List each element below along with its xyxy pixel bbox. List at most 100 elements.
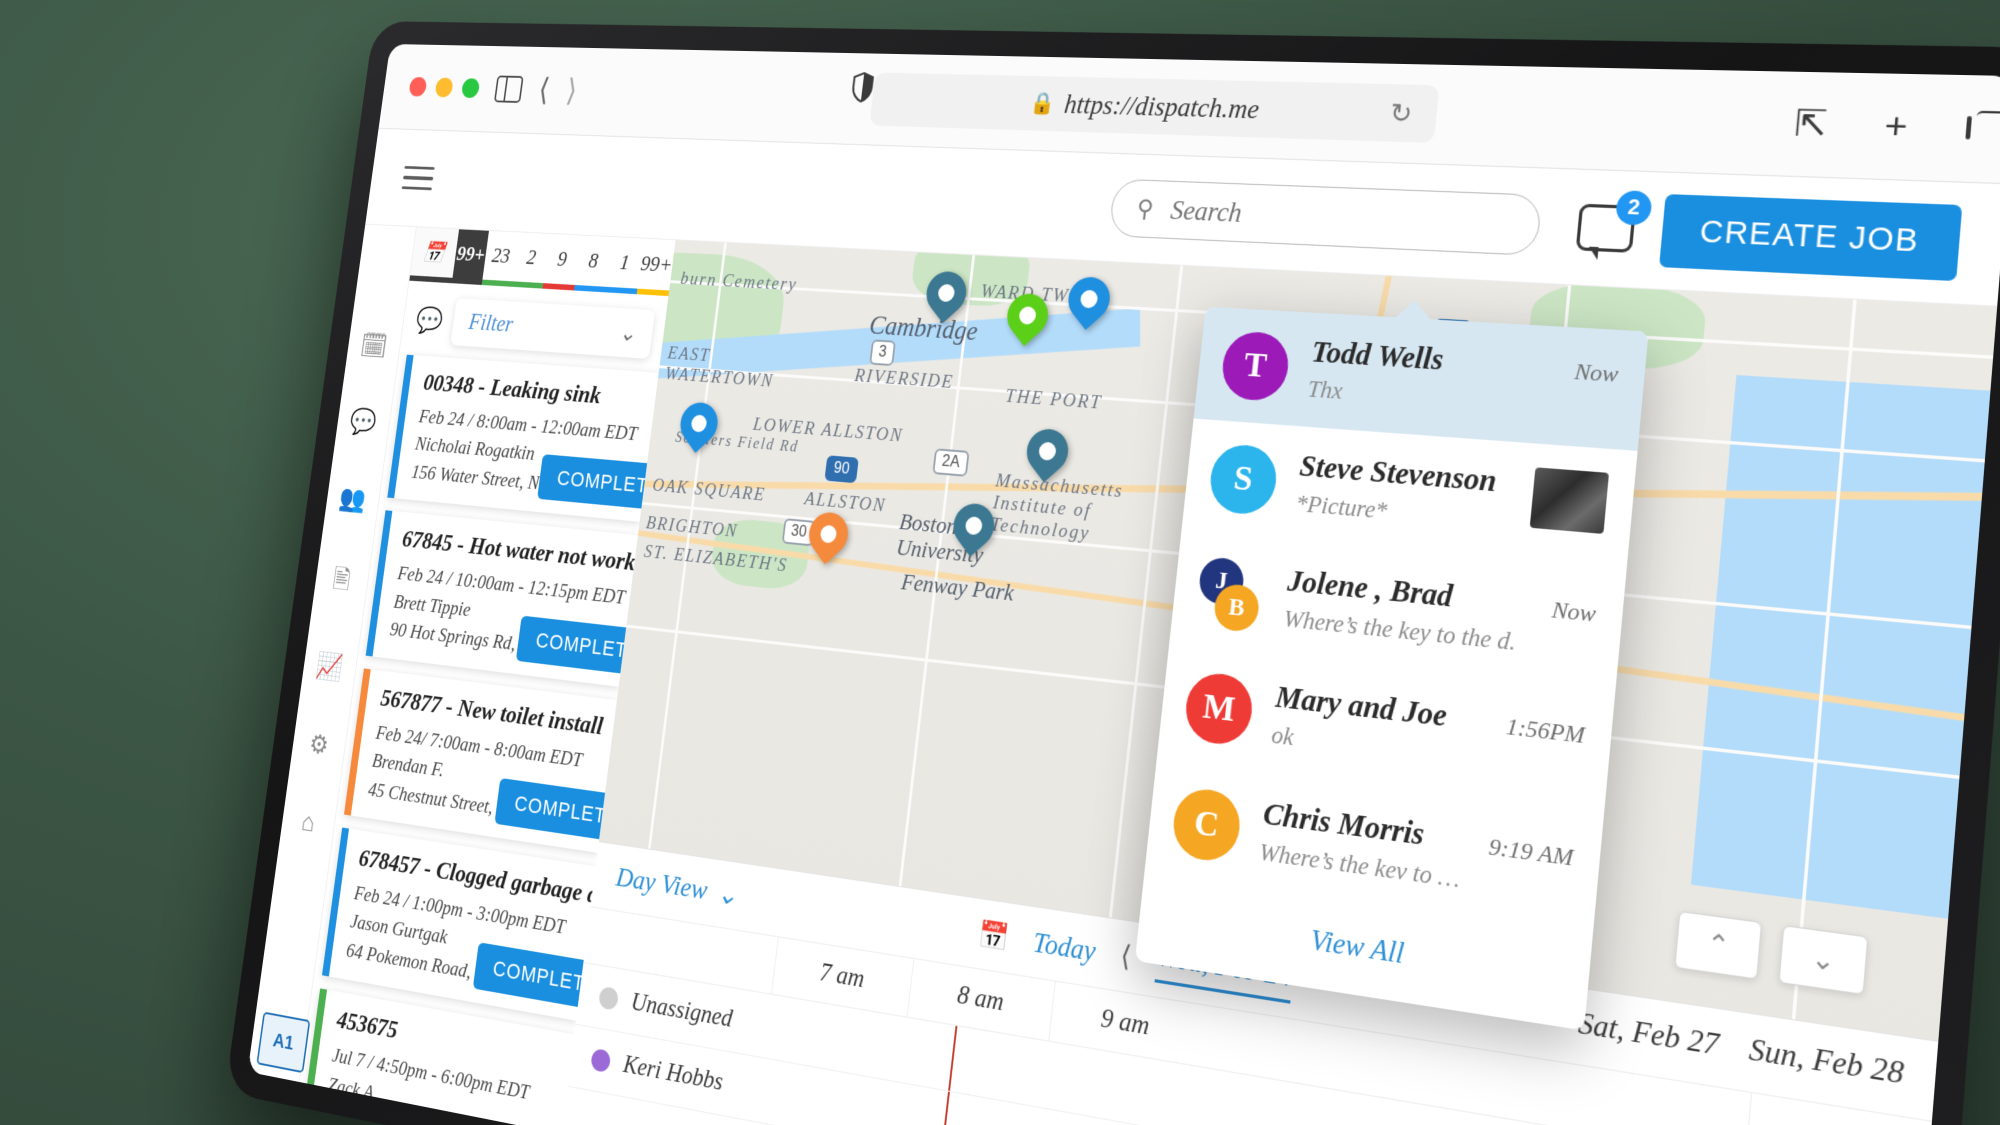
sidebar-toggle-icon[interactable]: [493, 75, 524, 103]
window-controls[interactable]: [408, 76, 481, 99]
chat-text: Chris Morris Where’s the kev to the d..: [1258, 797, 1467, 894]
minimize-button[interactable]: [434, 77, 454, 98]
hour-label: 8 am: [906, 958, 1055, 1041]
chat-message: Thx: [1306, 375, 1344, 405]
lock-icon: 🔒: [1028, 90, 1057, 116]
reload-icon[interactable]: ↻: [1389, 97, 1414, 129]
close-button[interactable]: [408, 76, 428, 97]
chat-icon[interactable]: 💬: [348, 406, 379, 438]
chat-name: Steve Stevenson: [1298, 449, 1499, 499]
avatar: T: [1219, 330, 1292, 403]
job-card[interactable]: 678457 - Clogged garbage diposal Feb 24 …: [321, 827, 653, 1021]
search-field[interactable]: [1166, 193, 1513, 242]
avatar: M: [1182, 670, 1256, 748]
chat-message: *Picture*: [1294, 490, 1389, 525]
map-pin-school[interactable]: [918, 262, 975, 330]
road-shield: 90: [1422, 500, 1463, 532]
view-all-link[interactable]: View All: [1135, 875, 1593, 1030]
map-pin-school-2[interactable]: [1018, 420, 1077, 489]
url-bar[interactable]: 🔒 https://dispatch.me ↻: [869, 72, 1440, 143]
filter-dropdown[interactable]: Filter ⌄: [450, 298, 656, 359]
laptop-screen: ⟨ ⟩ 🔒 https://dispatch.me ↻ ⇱ + ⚲ Search…: [247, 43, 2000, 1125]
forward-button[interactable]: ⟩: [564, 74, 579, 109]
current-time-line: [948, 1025, 958, 1091]
map-label: JEFFRIES POINT: [1348, 442, 1527, 479]
today-button[interactable]: Today: [1032, 926, 1098, 968]
map-pin-school-3[interactable]: [945, 494, 1003, 564]
create-job-button[interactable]: CREATE JOB: [1659, 194, 1963, 282]
tabs-overview-icon[interactable]: [1965, 116, 1972, 140]
chevron-up-icon[interactable]: ⌃: [1674, 910, 1763, 980]
maximize-button[interactable]: [460, 78, 481, 99]
attachment-thumbnail[interactable]: [1529, 467, 1610, 534]
schedule-track[interactable]: 767445 t #APT 400...: [777, 1062, 1921, 1125]
calendar-icon[interactable]: 📅: [410, 227, 460, 278]
chat-filter-icon[interactable]: 💬: [414, 304, 445, 335]
road-shield: 90: [824, 455, 859, 484]
current-time-line: [940, 1091, 950, 1125]
url-text: https://dispatch.me: [1062, 88, 1261, 124]
map-nav-controls[interactable]: ⌃ ⌄: [1674, 910, 1869, 996]
plus-icon[interactable]: +: [1883, 105, 1910, 148]
chat-popover: T Todd Wells Thx Now S Steve Stevenson *…: [1134, 306, 1649, 1031]
chat-text: Jolene , Brad Where’s the key to the d.: [1282, 564, 1530, 657]
chat-button[interactable]: 2: [1575, 190, 1653, 253]
laptop-frame: ⟨ ⟩ 🔒 https://dispatch.me ↻ ⇱ + ⚲ Search…: [224, 21, 2000, 1125]
day-tab-1[interactable]: Sat, Feb 27: [1576, 1005, 1721, 1069]
chat-list-item[interactable]: C Chris Morris Where’s the kev to the d.…: [1144, 760, 1604, 939]
chat-list-item[interactable]: M Mary and Joe ok 1:56PM: [1157, 645, 1616, 815]
map-pin-green[interactable]: [999, 284, 1057, 353]
prev-day-button[interactable]: ⟨: [1119, 939, 1133, 973]
search-input[interactable]: ⚲: [1108, 178, 1543, 256]
day-tab-0[interactable]: Wed, Feb 24: [1154, 939, 1295, 1004]
avatar-group: J B: [1195, 556, 1268, 634]
map-pin-blue[interactable]: [1060, 268, 1119, 336]
hour-label: 1 pm: [1745, 1092, 1933, 1125]
team-icon[interactable]: 👥: [338, 482, 368, 514]
back-button[interactable]: ⟨: [537, 73, 552, 107]
road-shield: 2A: [932, 448, 970, 477]
map-label: Boston Logan International Airport: [1486, 431, 1628, 558]
popover-arrow: [1392, 299, 1436, 323]
schedule-track[interactable]: [785, 998, 1927, 1125]
chat-time: 1:56PM: [1504, 712, 1586, 749]
schedule-panel: Day View ⌄ 📅 Today ⟨ Wed, Feb 24 Sat, Fe…: [561, 841, 1939, 1125]
header-spacer: [448, 179, 1093, 206]
job-card[interactable]: 00348 - Leaking sink Feb 24 / 8:00am - 1…: [387, 354, 682, 523]
day-view-dropdown[interactable]: Day View ⌄: [614, 861, 740, 913]
page-background: ⟨ ⟩ 🔒 https://dispatch.me ↻ ⇱ + ⚲ Search…: [0, 0, 2000, 1125]
map-label: EAST WATERTOWN: [663, 343, 775, 392]
invoice-icon[interactable]: 🖹: [330, 559, 353, 605]
chat-message: Where’s the key to the d.: [1282, 605, 1518, 656]
calendar-icon[interactable]: 🗓: [359, 330, 390, 361]
day-view-label: Day View: [614, 861, 710, 907]
chat-message: Where’s the kev to the d..: [1258, 838, 1464, 895]
job-card[interactable]: 67845 - Hot water not working Feb 24 / 1…: [365, 510, 666, 687]
browser-actions: ⇱ +: [1793, 102, 1973, 151]
search-icon: ⚲: [1135, 194, 1156, 223]
resource-dot: [598, 985, 620, 1011]
url-area: 🔒 https://dispatch.me ↻: [591, 66, 1773, 153]
hamburger-menu-icon[interactable]: [401, 165, 435, 191]
map-pin-orange[interactable]: [801, 503, 856, 571]
chevron-down-icon[interactable]: ⌄: [1778, 924, 1869, 996]
chat-list-item[interactable]: J B Jolene , Brad Where’s the key to the…: [1169, 531, 1626, 692]
chevron-down-icon: ⌄: [617, 320, 638, 347]
resource-label: Keri Hobbs: [621, 1050, 725, 1097]
map-label: BOSTON: [1384, 391, 1479, 421]
map-pin-blue-2[interactable]: [673, 394, 726, 459]
chat-list-item[interactable]: S Steve Stevenson *Picture*: [1181, 419, 1637, 572]
calendar-icon[interactable]: 📅: [977, 917, 1011, 954]
settings-icon[interactable]: ⚙: [307, 728, 331, 761]
chevron-down-icon: ⌄: [715, 878, 740, 913]
share-icon[interactable]: ⇱: [1793, 102, 1829, 146]
avatar: J: [1197, 556, 1246, 607]
day-tab-2[interactable]: Sun, Feb 28: [1747, 1031, 1906, 1098]
property-icon[interactable]: ⌂: [300, 807, 317, 839]
activity-icon[interactable]: 📈: [315, 650, 345, 683]
job-card[interactable]: 567877 - New toilet install Feb 24/ 7:00…: [343, 668, 640, 853]
chat-name: Mary and Joe: [1273, 680, 1449, 734]
chat-name: Todd Wells: [1309, 335, 1445, 378]
chat-bubble-icon: [1575, 203, 1637, 253]
chat-list-item[interactable]: T Todd Wells Thx Now: [1193, 306, 1649, 451]
